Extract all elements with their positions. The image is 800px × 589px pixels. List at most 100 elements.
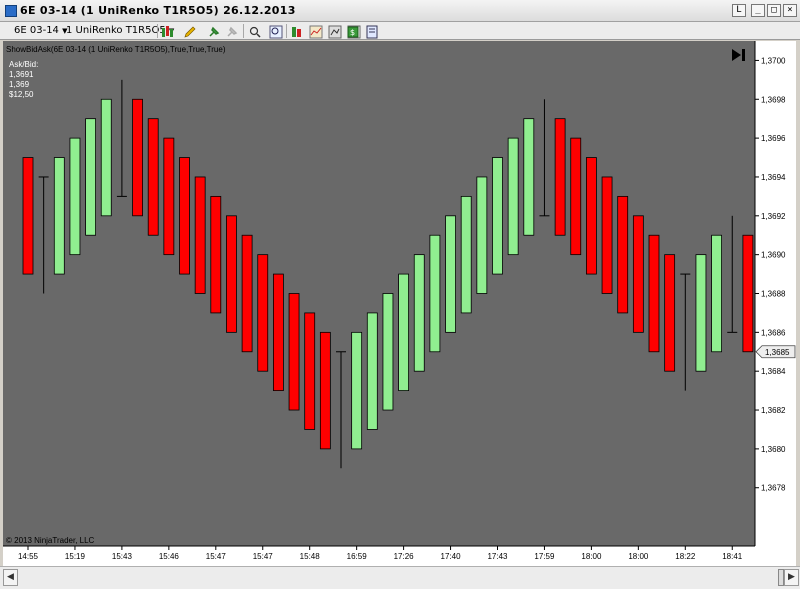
x-axis-tick-label: 15:46 (159, 552, 180, 561)
down-candle-body (288, 293, 300, 411)
down-candle-body (210, 195, 222, 314)
pin-disabled-icon[interactable] (225, 24, 239, 38)
y-axis-tick-label: 1,3678 (761, 484, 786, 493)
close-button[interactable]: × (783, 4, 797, 17)
candle (632, 215, 644, 333)
templates-icon[interactable] (365, 24, 379, 39)
candle (382, 293, 394, 411)
x-axis-tick-label: 18:00 (628, 552, 649, 561)
horizontal-scrollbar[interactable]: ◀ ▶ (0, 566, 800, 589)
down-candle-body (304, 312, 316, 430)
up-candle-body (398, 273, 410, 392)
candle (288, 293, 300, 411)
up-candle-body (695, 254, 707, 372)
help-button[interactable]: L (732, 4, 746, 17)
candle (163, 137, 175, 256)
x-axis-tick-label: 15:47 (206, 552, 227, 561)
down-candle-body (22, 157, 34, 275)
app-icon (5, 5, 17, 17)
up-candle-body (429, 234, 441, 353)
candle (241, 234, 253, 353)
indicators-icon[interactable] (309, 24, 323, 39)
ask-bid-title: Ask/Bid: (9, 60, 38, 69)
ask-value: 1,3691 (9, 70, 34, 79)
search-icon[interactable] (269, 24, 283, 39)
candle (523, 118, 535, 236)
pencil-draw-icon[interactable] (183, 24, 197, 38)
candle (742, 234, 754, 353)
candle (695, 254, 707, 372)
chart-toolbar: 6E 03-14 ▼ 1 UniRenko T1R5O5 ▼ $ (0, 22, 800, 40)
maximize-button[interactable]: □ (767, 4, 781, 17)
candle (257, 254, 269, 372)
candle (179, 157, 190, 275)
candle (147, 118, 159, 236)
up-candle-body (85, 118, 96, 236)
candle (272, 273, 284, 392)
x-axis-tick-label: 18:41 (722, 552, 743, 561)
candle (554, 118, 566, 236)
candle (210, 195, 222, 314)
chart-properties-icon[interactable] (328, 24, 342, 39)
candle (664, 254, 676, 372)
window-title-bar[interactable]: 6E 03-14 (1 UniRenko T1R5O5) 26.12.2013 … (0, 0, 800, 22)
x-axis-tick-label: 17:40 (441, 552, 462, 561)
candle (492, 157, 503, 275)
copyright-label: © 2013 NinjaTrader, LLC (6, 536, 95, 545)
up-candle-body (53, 157, 65, 275)
candle (100, 98, 112, 217)
down-candle-body (226, 215, 237, 333)
down-candle-body (163, 137, 175, 256)
x-axis-tick-label: 17:59 (534, 552, 555, 561)
candle (476, 176, 488, 294)
y-axis-tick-label: 1,3698 (761, 95, 786, 104)
down-candle-body (319, 331, 331, 450)
bid-value: 1,369 (9, 80, 30, 89)
y-axis-tick-label: 1,3684 (761, 367, 786, 376)
y-axis-tick-label: 1,3682 (761, 406, 786, 415)
candle (570, 137, 582, 256)
x-axis-tick-label: 17:43 (487, 552, 508, 561)
candle (617, 195, 629, 314)
candle (85, 118, 96, 236)
price-chart[interactable]: 1,3678 1,3680 1,3682 1,3684 1,3686 1,3688 1,36… (3, 41, 796, 566)
candle (648, 234, 660, 353)
bar-style-icon[interactable] (161, 24, 175, 38)
down-candle-body (601, 176, 613, 294)
down-candle-body (742, 234, 754, 353)
interval-label: 1 UniRenko T1R5O5 (66, 25, 166, 36)
y-axis-tick-label: 1,3688 (761, 290, 786, 299)
down-candle-body (648, 234, 660, 353)
candle (69, 137, 81, 256)
candle (351, 331, 363, 450)
candle (586, 157, 597, 275)
up-candle-body (413, 254, 425, 372)
y-axis-tick-label: 1,3694 (761, 173, 786, 182)
current-price-label: 1,3685 (765, 348, 790, 357)
chart-panel[interactable]: 1,3678 1,3680 1,3682 1,3684 1,3686 1,3688 1,36… (3, 41, 796, 566)
down-candle-body (632, 215, 644, 333)
zoom-icon[interactable] (248, 24, 262, 38)
toolbar-separator (243, 24, 244, 38)
candle (445, 215, 456, 333)
down-candle-body (257, 254, 269, 372)
up-candle-body (100, 98, 112, 217)
candle (226, 215, 237, 333)
instrument-label: 6E 03-14 (14, 25, 59, 36)
cash-icon[interactable]: $ (346, 24, 360, 38)
toolbar-separator (157, 24, 158, 38)
up-candle-body (366, 312, 378, 430)
scroll-right-arrow-icon[interactable]: ▶ (784, 569, 799, 586)
x-axis-tick-label: 15:43 (112, 552, 133, 561)
pin-icon[interactable] (207, 24, 221, 38)
candle (132, 98, 143, 217)
strategy-icon[interactable] (291, 24, 305, 38)
x-axis-tick-label: 18:00 (581, 552, 602, 561)
candle (319, 331, 331, 450)
minimize-button[interactable]: _ (751, 4, 765, 17)
candle (711, 234, 722, 353)
scroll-left-arrow-icon[interactable]: ◀ (3, 569, 18, 586)
x-axis-tick-label: 18:22 (675, 552, 696, 561)
down-candle-body (132, 98, 143, 217)
up-candle-body (69, 137, 81, 256)
